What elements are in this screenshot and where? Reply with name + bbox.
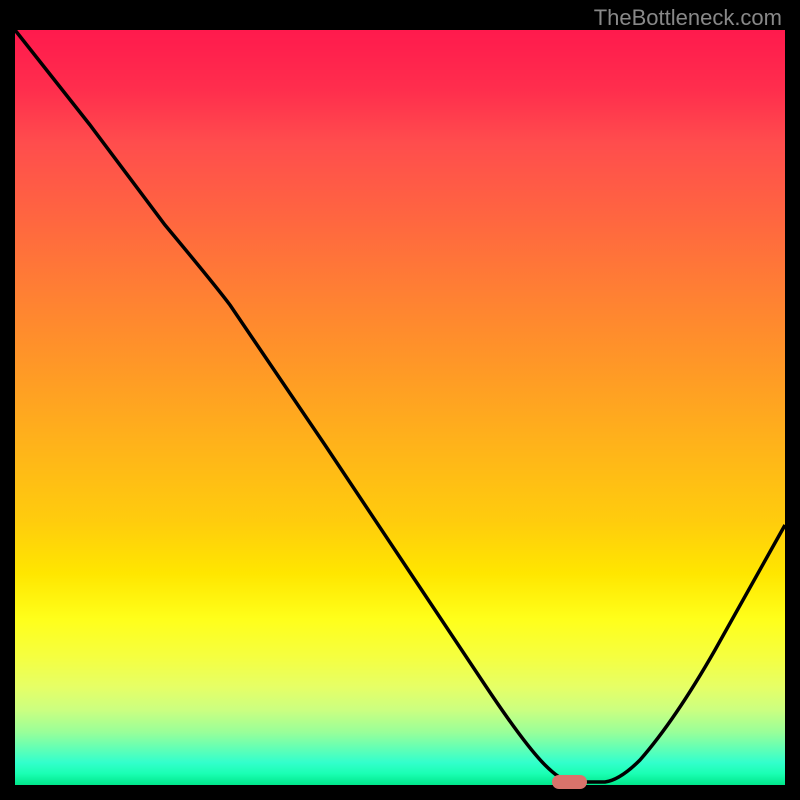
chart-area: [15, 30, 785, 785]
optimal-marker: [552, 775, 587, 789]
watermark-text: TheBottleneck.com: [594, 5, 782, 31]
bottleneck-curve: [15, 30, 785, 782]
curve-plot: [15, 30, 785, 785]
